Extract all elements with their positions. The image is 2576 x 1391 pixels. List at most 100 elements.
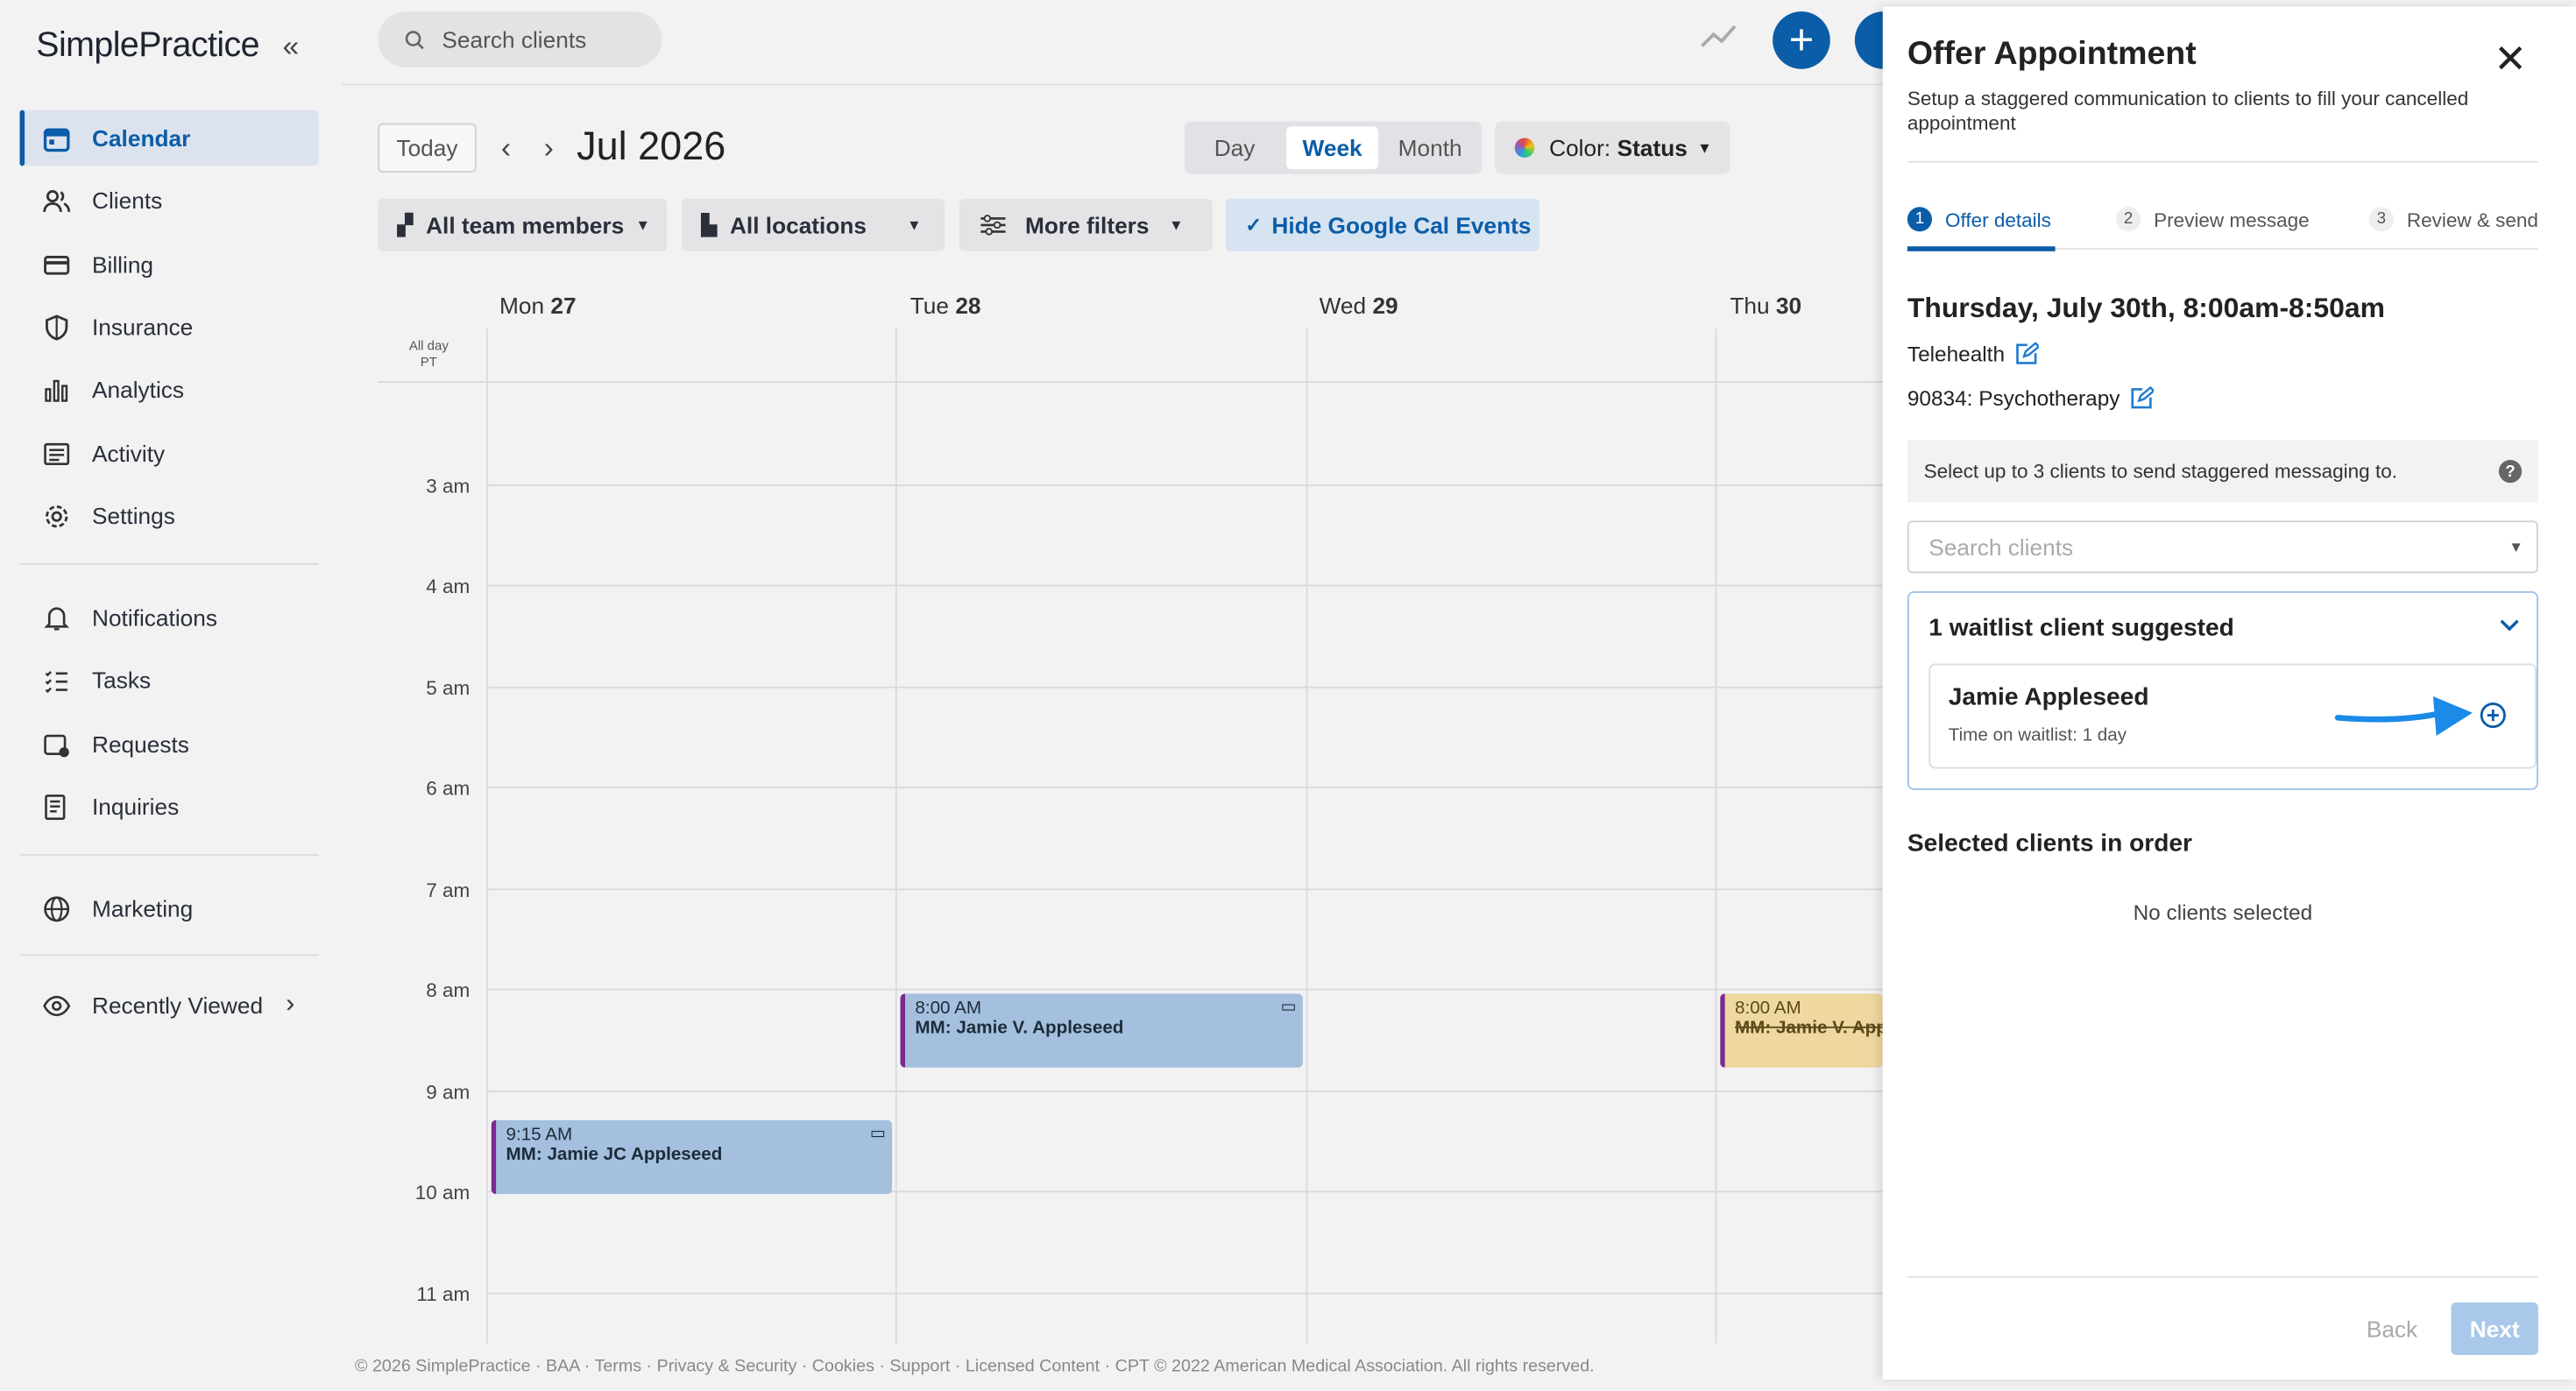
sidebar-item-calendar[interactable]: Calendar [19,109,319,166]
color-dropdown[interactable]: Color: Status ▼ [1495,121,1730,174]
add-button[interactable]: + [1773,11,1830,69]
calendar-main: Search clients + Today ‹ › Jul 2026 Day … [342,0,1913,1391]
appointment-event[interactable]: 8:00 AM MM: Jamie V. Appleseed ▭ [900,993,1303,1068]
sidebar-item-label: Inquiries [92,793,180,820]
chevron-down-icon[interactable] [2499,618,2520,634]
next-button[interactable]: Next [2451,1302,2538,1355]
hour-label: 7 am [426,879,471,902]
add-client-icon[interactable] [2479,702,2507,730]
view-switcher: Day Week Month [1184,121,1483,174]
sliders-icon [980,215,1006,236]
step-offer-details[interactable]: 1 Offer details [1907,207,2051,232]
view-week-button[interactable]: Week [1286,126,1379,170]
sidebar-item-inquiries[interactable]: Inquiries [20,779,319,835]
divider [1907,1275,2538,1278]
caret-down-icon: ▼ [1697,139,1712,157]
hide-google-cal-toggle[interactable]: ✓ Hide Google Cal Events [1225,198,1539,251]
event-title: MM: Jamie JC Appleseed [506,1144,723,1165]
sidebar-item-recently-viewed[interactable]: Recently Viewed › [20,978,319,1034]
divider [19,854,319,856]
view-day-button[interactable]: Day [1198,126,1271,169]
color-value: Status [1617,134,1688,161]
event-title: MM: Jamie V. App [1735,1018,1883,1039]
next-week-icon[interactable]: › [544,131,554,166]
shield-icon [20,313,93,341]
collapse-sidebar-icon[interactable]: « [283,30,300,64]
info-banner: Select up to 3 clients to send staggered… [1907,440,2538,503]
month-title: Jul 2026 [577,124,726,170]
close-icon[interactable]: ✕ [2494,36,2527,83]
video-icon: ▭ [1280,999,1297,1017]
hour-label: 9 am [426,1080,471,1104]
chevron-right-icon: › [286,990,295,1019]
sidebar-item-label: Recently Viewed [92,992,264,1019]
cancelled-appointment-event[interactable]: 8:00 AM MM: Jamie V. App [1720,993,1883,1068]
step-review-send[interactable]: 3 Review & send [2368,207,2538,232]
video-icon: ▭ [869,1125,886,1143]
sidebar-item-label: Billing [92,251,154,278]
edit-icon[interactable] [2014,342,2040,366]
arrow-annotation-icon [2334,696,2473,736]
caret-down-icon: ▼ [2509,539,2523,555]
appointment-event[interactable]: 9:15 AM MM: Jamie JC Appleseed ▭ [491,1119,893,1195]
event-time: 9:15 AM [506,1125,573,1145]
locations-filter[interactable]: ▙ All locations ▼ [682,198,945,251]
search-placeholder: Search clients [1928,533,2074,561]
view-month-button[interactable]: Month [1385,126,1476,169]
sidebar-item-tasks[interactable]: Tasks [20,652,319,708]
sidebar-item-label: Notifications [92,604,217,631]
panel-title: Offer Appointment [1907,36,2197,73]
prev-week-icon[interactable]: ‹ [501,131,511,166]
help-icon[interactable]: ? [2498,460,2523,484]
sidebar-item-label: Marketing [92,894,194,921]
sidebar-item-analytics[interactable]: Analytics [20,362,319,418]
sidebar-item-notifications[interactable]: Notifications [20,590,319,646]
appointment-service: 90834: Psychotherapy [1907,386,2155,411]
waitlist-client-card: Jamie Appleseed Time on waitlist: 1 day [1928,663,2537,769]
search-placeholder: Search clients [442,26,587,53]
day-header-wed: Wed 29 [1319,292,1398,319]
filter-label: All locations [729,211,867,238]
panel-subtitle: Setup a staggered communication to clien… [1907,87,2469,135]
sidebar-item-label: Tasks [92,667,152,694]
back-button[interactable]: Back [2345,1303,2440,1355]
sidebar-item-activity[interactable]: Activity [20,426,319,482]
gear-icon [20,502,93,530]
hour-label: 8 am [426,978,471,1002]
filter-label: More filters [1025,211,1150,238]
event-time: 8:00 AM [915,999,982,1019]
today-button[interactable]: Today [378,123,477,173]
calendar-grid: Mon 27 Tue 28 Wed 29 Thu 30 All day PT 3 … [378,279,1883,1344]
client-search-dropdown[interactable]: Search clients ▼ [1907,520,2538,574]
appointment-datetime: Thursday, July 30th, 8:00am-8:50am [1907,292,2385,324]
footer: © 2026 SimplePractice · BAA · Terms · Pr… [355,1356,1595,1377]
search-icon [405,30,424,49]
logo: SimplePractice [36,26,259,65]
sidebar-item-label: Clients [92,187,163,214]
waitlist-section: 1 waitlist client suggested Jamie Apples… [1907,591,2538,790]
sidebar-item-requests[interactable]: Requests [20,717,319,773]
team-icon: ▞ [397,213,414,237]
selected-clients-title: Selected clients in order [1907,829,2193,858]
globe-icon [20,894,93,922]
analytics-icon [20,375,93,403]
step-preview-message[interactable]: 2 Preview message [2116,207,2310,232]
filter-label: Hide Google Cal Events [1271,211,1532,238]
building-icon: ▙ [701,213,717,237]
trend-icon[interactable] [1699,20,1738,61]
sidebar-item-billing[interactable]: Billing [20,237,319,293]
sidebar-item-settings[interactable]: Settings [20,488,319,544]
waitlist-title: 1 waitlist client suggested [1928,614,2234,643]
sidebar-item-clients[interactable]: Clients [20,173,319,229]
requests-icon [20,730,93,758]
team-members-filter[interactable]: ▞ All team members ▼ [378,198,668,251]
more-filters-button[interactable]: More filters ▼ [959,198,1213,251]
sidebar-item-marketing[interactable]: Marketing [20,880,319,936]
search-input[interactable]: Search clients [378,11,662,67]
sidebar-item-label: Settings [92,502,175,529]
sidebar-item-insurance[interactable]: Insurance [20,299,319,355]
filter-label: All team members [426,211,625,238]
active-step-indicator [1907,246,2056,251]
edit-icon[interactable] [2130,385,2155,411]
hour-label: 11 am [416,1282,471,1306]
